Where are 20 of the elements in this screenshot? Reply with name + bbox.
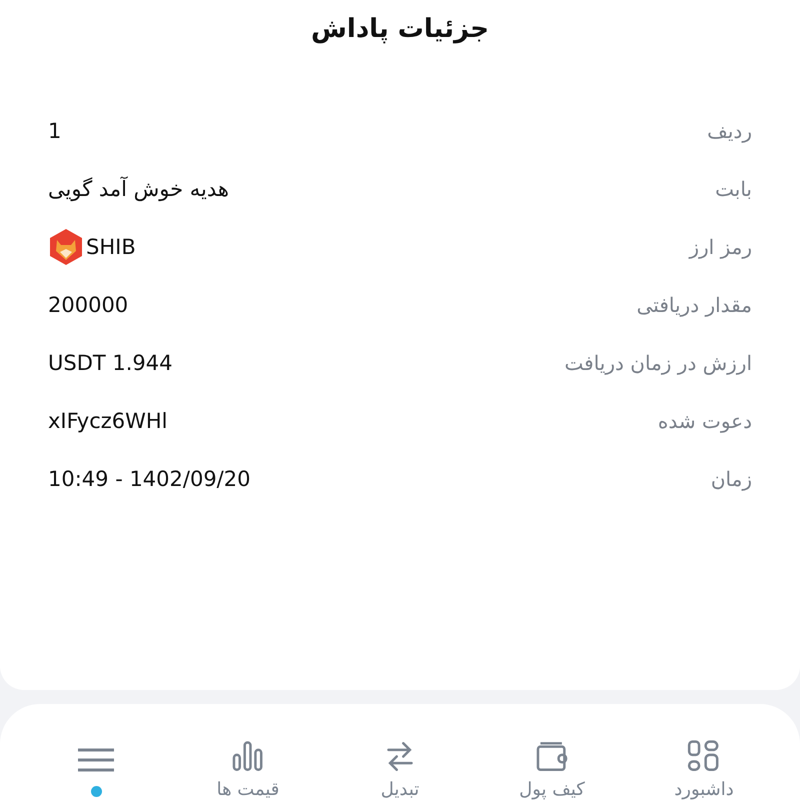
nav-item[interactable]: کیف پول xyxy=(492,740,612,800)
detail-value: 10:49 - 1402/09/20 xyxy=(48,467,250,491)
detail-label: زمان xyxy=(710,467,752,491)
detail-label: مقدار دریافتی xyxy=(636,293,752,317)
nav-item[interactable]: تبدیل xyxy=(340,740,460,800)
detail-label: ردیف xyxy=(707,119,752,143)
nav-item[interactable]: داشبورد xyxy=(644,740,764,800)
shiba-coin-icon xyxy=(48,228,84,266)
detail-value: 1 xyxy=(48,119,62,143)
detail-value: xIFycz6WHl xyxy=(48,409,168,433)
page-title: جزئیات پاداش xyxy=(311,14,489,44)
detail-label: ارزش در زمان دریافت xyxy=(564,351,752,375)
detail-value: USDT 1.944 xyxy=(48,351,172,375)
detail-label: بابت xyxy=(715,177,752,201)
detail-value: 200000 xyxy=(48,293,128,317)
nav-item[interactable]: قیمت ها xyxy=(188,740,308,800)
detail-label: دعوت شده xyxy=(658,409,752,433)
detail-value: SHIB xyxy=(86,235,136,259)
detail-label: رمز ارز xyxy=(689,235,752,259)
detail-value: هدیه خوش آمد گویی xyxy=(48,177,229,201)
